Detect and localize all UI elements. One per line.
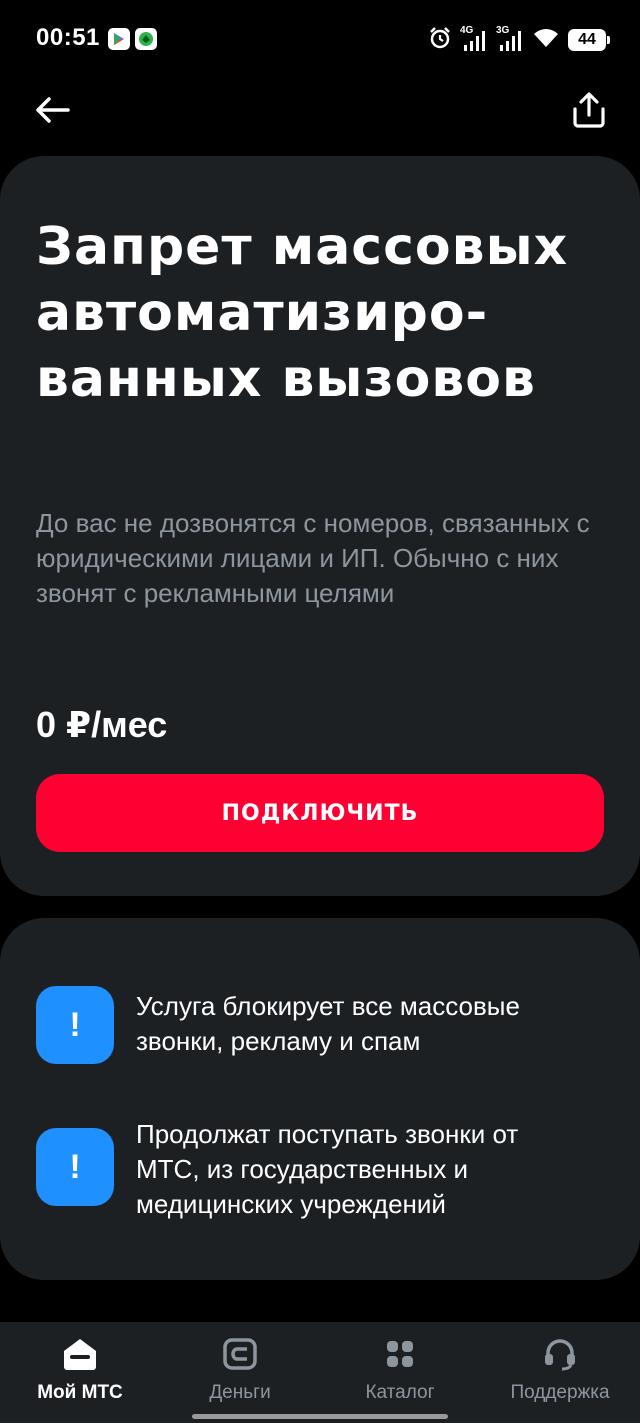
battery-level: 44 xyxy=(578,31,596,48)
info-card xyxy=(0,918,640,1280)
signal-4g-icon: 4G xyxy=(460,25,488,53)
nav-item-my-mts[interactable]: Мой МТС xyxy=(0,1322,160,1423)
info-text: Услуга блокирует все массовые звонки, ре… xyxy=(136,991,520,1056)
home-indicator[interactable] xyxy=(192,1414,448,1419)
bottom-nav: Мой МТС Деньги Каталог Поддержка xyxy=(0,1322,640,1423)
share-icon xyxy=(573,92,605,128)
arrow-left-icon xyxy=(36,97,70,123)
nav-label: Деньги xyxy=(209,1382,271,1403)
network-label-4g: 4G xyxy=(460,25,474,36)
connect-button[interactable]: ПОДКЛЮЧИТЬ xyxy=(36,774,604,852)
nav-item-catalog[interactable]: Каталог xyxy=(320,1322,480,1423)
nav-label: Мой МТС xyxy=(37,1382,123,1403)
service-description: До вас не дозвонятся с номеров, связанны… xyxy=(36,508,590,608)
signal-3g-icon: 3G xyxy=(496,25,524,53)
support-icon xyxy=(540,1336,580,1372)
wifi-icon xyxy=(532,27,560,54)
back-button[interactable] xyxy=(30,88,74,132)
alarm-icon xyxy=(428,26,452,55)
status-bar: 00:51 4G 3G 44 xyxy=(0,0,640,80)
catalog-icon xyxy=(380,1336,420,1372)
info-item: ! Услуга блокирует все массовые звонки, … xyxy=(36,986,596,1064)
exclamation-icon: ! xyxy=(36,986,114,1064)
status-time: 00:51 xyxy=(36,24,100,51)
nav-label: Каталог xyxy=(365,1382,435,1403)
money-icon xyxy=(220,1336,260,1372)
app-notification-icon xyxy=(135,28,157,50)
status-indicators: 4G 3G 44 xyxy=(428,24,610,56)
network-label-3g: 3G xyxy=(496,25,510,36)
nav-item-support[interactable]: Поддержка xyxy=(480,1322,640,1423)
nav-label: Поддержка xyxy=(510,1382,610,1403)
exclamation-icon: ! xyxy=(36,1128,114,1206)
home-icon xyxy=(60,1336,100,1372)
service-price: 0 ₽/мес xyxy=(36,704,168,745)
page-title: Запрет массовых автоматизиро-ванных вызо… xyxy=(36,217,569,409)
play-store-icon xyxy=(108,28,130,50)
info-item: ! Продолжат поступать звонки от МТС, из … xyxy=(36,1119,596,1222)
share-button[interactable] xyxy=(566,88,612,132)
nav-item-money[interactable]: Деньги xyxy=(160,1322,320,1423)
info-text: Продолжат поступать звонки от МТС, из го… xyxy=(136,1119,519,1219)
screen: 00:51 4G 3G 44 Запрет массовых автоматиз… xyxy=(0,0,640,1423)
battery-icon: 44 xyxy=(568,29,610,51)
